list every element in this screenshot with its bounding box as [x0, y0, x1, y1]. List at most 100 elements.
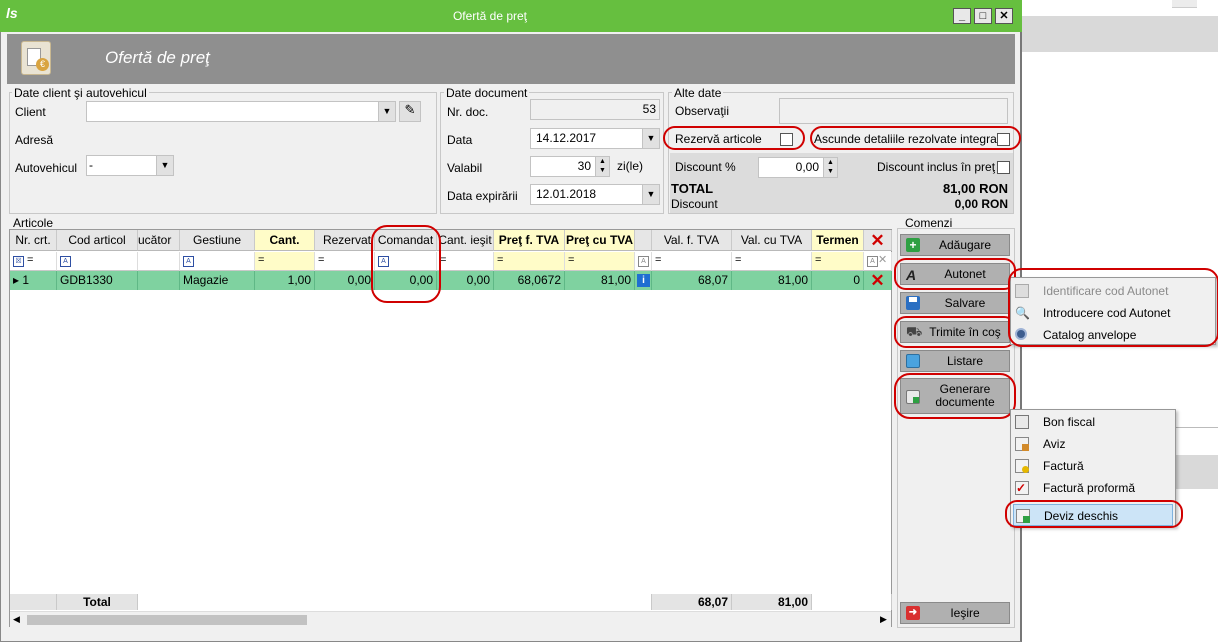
filter-cell[interactable]: ☒ =: [10, 252, 57, 271]
maximize-button[interactable]: □: [974, 8, 992, 24]
filter-cell[interactable]: =: [652, 252, 732, 271]
chevron-down-icon[interactable]: ▼: [642, 129, 659, 148]
cash-register-icon: [1015, 415, 1029, 429]
print-button[interactable]: Listare: [900, 350, 1010, 372]
column-header[interactable]: ucător: [138, 230, 180, 251]
menu-item-invoice[interactable]: Factură: [1013, 455, 1173, 477]
column-header[interactable]: Cant. ieşit: [437, 230, 494, 251]
filter-cell[interactable]: [138, 252, 180, 271]
column-header[interactable]: Val. f. TVA: [652, 230, 732, 251]
add-button[interactable]: + Adăugare: [900, 234, 1010, 256]
address-label: Adresă: [15, 133, 54, 147]
clear-filter-icon[interactable]: A ✕: [864, 252, 892, 271]
column-header[interactable]: Preţ cu TVA: [565, 230, 635, 251]
date-field[interactable]: 14.12.2017 ▼: [530, 128, 660, 149]
valid-stepper[interactable]: 30 ▲ ▼: [530, 156, 610, 177]
filter-cell[interactable]: =: [437, 252, 494, 271]
cell-val-net[interactable]: 68,07: [652, 271, 732, 290]
printer-icon: [906, 354, 920, 368]
menu-item-proforma[interactable]: ✓ Factură proformă: [1013, 477, 1173, 499]
client-group-label: Date client şi autovehicul: [12, 86, 149, 100]
chevron-down-icon[interactable]: ▼: [642, 185, 659, 204]
doc-number-label: Nr. doc.: [447, 105, 489, 119]
chevron-down-icon[interactable]: ▼: [156, 156, 173, 175]
minimize-button[interactable]: _: [953, 8, 971, 24]
column-header[interactable]: Nr. crt.: [10, 230, 57, 251]
discount-included-checkbox[interactable]: [997, 161, 1010, 174]
exit-button[interactable]: ➜ Ieşire: [900, 602, 1010, 624]
valid-unit-label: zi(le): [617, 159, 643, 173]
close-button[interactable]: ✕: [995, 8, 1013, 24]
column-header[interactable]: Rezervat: [315, 230, 375, 251]
cell-price-gross[interactable]: 81,00: [565, 271, 635, 290]
cell-price-net[interactable]: 68,0672: [494, 271, 565, 290]
column-header[interactable]: Termen: [812, 230, 864, 251]
title-bar: ls Ofertă de preţ _ □ ✕: [0, 0, 1022, 32]
total-cell: [10, 594, 57, 610]
checkmark-icon: ✓: [1015, 481, 1029, 495]
cell-qty[interactable]: 1,00: [255, 271, 315, 290]
vehicle-label: Autovehicul: [15, 161, 78, 175]
cell-store[interactable]: Magazie: [180, 271, 255, 290]
filter-cell[interactable]: =: [494, 252, 565, 271]
filter-cell[interactable]: =: [812, 252, 864, 271]
other-data-label: Alte date: [672, 86, 724, 100]
menu-item-aviz[interactable]: Aviz: [1013, 433, 1173, 455]
total-cell: [138, 594, 652, 610]
scroll-thumb[interactable]: [27, 615, 307, 625]
scroll-left-icon[interactable]: ◀: [13, 614, 20, 625]
stepper-arrows-icon[interactable]: ▲ ▼: [823, 158, 837, 177]
outer-panel-lower: [1170, 455, 1218, 489]
cell-term[interactable]: 0: [812, 271, 864, 290]
highlight-autonet: [894, 258, 1016, 290]
column-header[interactable]: Preţ f. TVA: [494, 230, 565, 251]
cell-reserved[interactable]: 0,00: [315, 271, 375, 290]
offer-document-icon: €: [21, 41, 51, 75]
column-header[interactable]: Val. cu TVA: [732, 230, 812, 251]
expiry-date-field[interactable]: 12.01.2018 ▼: [530, 184, 660, 205]
stepper-arrows-icon[interactable]: ▲ ▼: [595, 157, 609, 176]
filter-cell[interactable]: A: [635, 252, 652, 271]
outer-divider: [1176, 427, 1218, 428]
delivery-note-icon: [1015, 437, 1029, 451]
total-cell: [812, 594, 892, 610]
discount-percent-stepper[interactable]: 0,00 ▲ ▼: [758, 157, 838, 178]
column-header[interactable]: Gestiune: [180, 230, 255, 251]
total-value: 81,00 RON: [942, 181, 1008, 196]
delete-all-icon[interactable]: ✕: [864, 230, 892, 251]
filter-cell[interactable]: =: [565, 252, 635, 271]
horizontal-scrollbar[interactable]: ◀ ▶: [10, 611, 891, 627]
column-header[interactable]: Cant.: [255, 230, 315, 251]
filter-cell[interactable]: =: [732, 252, 812, 271]
delete-row-icon[interactable]: ✕: [864, 271, 892, 290]
filter-cell[interactable]: A: [57, 252, 138, 271]
save-button[interactable]: Salvare: [900, 292, 1010, 314]
chevron-down-icon[interactable]: ▼: [378, 102, 395, 121]
date-label: Data: [447, 133, 473, 147]
column-header[interactable]: Cod articol: [57, 230, 138, 251]
client-select[interactable]: ▼: [86, 101, 396, 122]
filter-cell[interactable]: =: [315, 252, 375, 271]
articles-grid: Nr. crt. Cod articol ucător Gestiune Can…: [9, 229, 892, 627]
edit-client-button[interactable]: ✎: [399, 101, 421, 122]
cell-out[interactable]: 0,00: [437, 271, 494, 290]
cell-code[interactable]: GDB1330: [57, 271, 138, 290]
doc-number-field[interactable]: 53: [530, 99, 660, 120]
total-val-gross: 81,00: [732, 594, 812, 610]
total-label: TOTAL: [671, 181, 714, 196]
discount-included-label: Discount inclus în preţ: [877, 160, 996, 174]
observations-field[interactable]: [779, 98, 1008, 124]
menu-item-fiscal-receipt[interactable]: Bon fiscal: [1013, 411, 1173, 433]
page-header: € Ofertă de preţ: [7, 34, 1015, 84]
outer-window-tab: [1172, 0, 1197, 8]
filter-cell[interactable]: A: [180, 252, 255, 271]
client-label: Client: [15, 105, 46, 119]
vehicle-select[interactable]: - ▼: [86, 155, 174, 176]
highlight-open-estimate: [1005, 500, 1183, 528]
cell-producer[interactable]: [138, 271, 180, 290]
filter-cell[interactable]: =: [255, 252, 315, 271]
cell-val-gross[interactable]: 81,00: [732, 271, 812, 290]
scroll-right-icon[interactable]: ▶: [880, 614, 887, 625]
table-row[interactable]: ▸ 1: [10, 271, 57, 290]
info-icon[interactable]: i: [635, 271, 652, 290]
